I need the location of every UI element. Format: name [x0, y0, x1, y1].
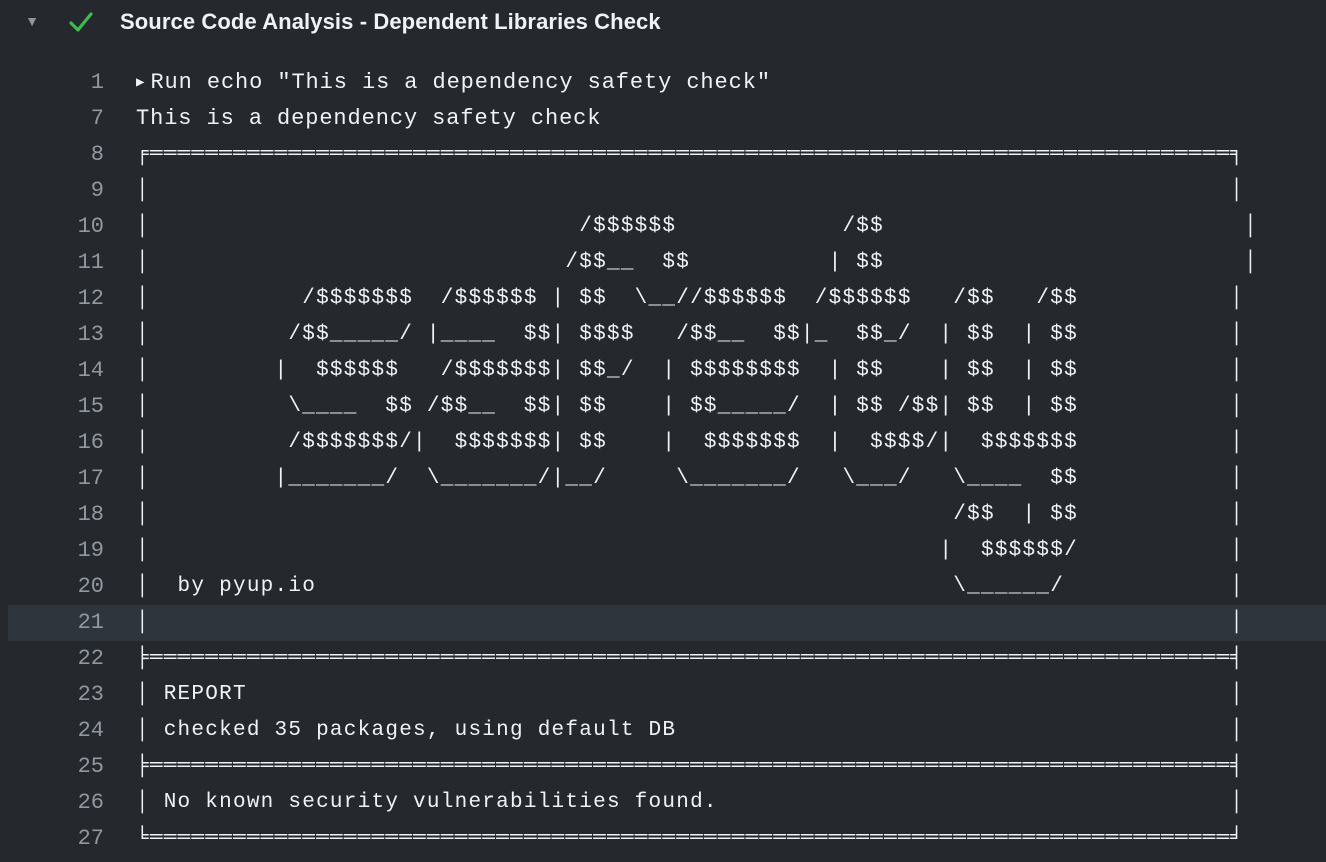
- log-line-text: │ /$$__ $$ | $$ │: [136, 251, 1259, 274]
- line-number[interactable]: 26: [8, 785, 104, 821]
- log-line-text: This is a dependency safety check: [136, 106, 602, 131]
- log-line-text: │ | $$$$$$ /$$$$$$$| $$_/ | $$$$$$$$ | $…: [136, 359, 1245, 382]
- line-number[interactable]: 18: [8, 497, 104, 533]
- log-line[interactable]: 1 ▶ Run echo "This is a dependency safety…: [0, 65, 1326, 101]
- line-number[interactable]: 25: [8, 749, 104, 785]
- log-line-text: │ /$$ | $$ │: [136, 503, 1245, 526]
- line-number[interactable]: 10: [8, 209, 104, 245]
- log-line-text: │ |_______/ \_______/|__/ \_______/ \___…: [136, 467, 1245, 490]
- log-line-text: │ /$$$$$$ /$$ │: [136, 215, 1259, 238]
- log-line: 8 ╒═════════════════════════════════════…: [0, 137, 1326, 173]
- log-line: 23 │ REPORT │: [0, 677, 1326, 713]
- line-number[interactable]: 14: [8, 353, 104, 389]
- line-number[interactable]: 22: [8, 641, 104, 677]
- log-line: 18 │ /$$ | $$ │: [0, 497, 1326, 533]
- log-line: 27 ╘════════════════════════════════════…: [0, 821, 1326, 857]
- line-number[interactable]: 9: [8, 173, 104, 209]
- log-line: 12 │ /$$$$$$$ /$$$$$$ | $$ \__//$$$$$$ /…: [0, 281, 1326, 317]
- log-line-text: │ No known security vulnerabilities foun…: [136, 791, 1245, 814]
- log-line: 15 │ \____ $$ /$$__ $$| $$ | $$_____/ | …: [0, 389, 1326, 425]
- line-number[interactable]: 17: [8, 461, 104, 497]
- log-line-text: │ │: [136, 611, 1245, 634]
- line-number[interactable]: 7: [8, 101, 104, 137]
- line-number[interactable]: 16: [8, 425, 104, 461]
- log-line: 19 │ | $$$$$$/ │: [0, 533, 1326, 569]
- log-line-text: ╞═══════════════════════════════════════…: [136, 755, 1245, 778]
- log-line: 7 This is a dependency safety check: [0, 101, 1326, 137]
- line-number[interactable]: 11: [8, 245, 104, 281]
- log-line: 26 │ No known security vulnerabilities f…: [0, 785, 1326, 821]
- log-line-text: │ checked 35 packages, using default DB …: [136, 719, 1245, 742]
- caret-down-icon[interactable]: ▼: [22, 11, 42, 31]
- check-icon: [69, 12, 93, 32]
- log-line-text: │ /$$$$$$$/| $$$$$$$| $$ | $$$$$$$ | $$$…: [136, 431, 1245, 454]
- line-number[interactable]: 21: [8, 605, 104, 641]
- line-number[interactable]: 8: [8, 137, 104, 173]
- log-line-text[interactable]: ▶ Run echo "This is a dependency safety c…: [136, 65, 771, 101]
- line-number[interactable]: 1: [8, 65, 104, 101]
- line-number[interactable]: 23: [8, 677, 104, 713]
- expand-triangle-icon[interactable]: ▶: [136, 65, 144, 101]
- log-line: 9 │ │: [0, 173, 1326, 209]
- job-title[interactable]: Source Code Analysis - Dependent Librari…: [120, 8, 661, 36]
- line-number[interactable]: 19: [8, 533, 104, 569]
- log-line-text: ╘═══════════════════════════════════════…: [136, 827, 1245, 850]
- log-line: 20 │ by pyup.io \______/ │: [0, 569, 1326, 605]
- log-line-text: │ /$$_____/ |____ $$| $$$$ /$$__ $$|_ $$…: [136, 323, 1245, 346]
- log-line: 11 │ /$$__ $$ | $$ │: [0, 245, 1326, 281]
- log-line: 13 │ /$$_____/ |____ $$| $$$$ /$$__ $$|_…: [0, 317, 1326, 353]
- log-line: 24 │ checked 35 packages, using default …: [0, 713, 1326, 749]
- log-line-text: │ | $$$$$$/ │: [136, 539, 1245, 562]
- line-number[interactable]: 24: [8, 713, 104, 749]
- line-number[interactable]: 13: [8, 317, 104, 353]
- log-line: 22 ╞════════════════════════════════════…: [0, 641, 1326, 677]
- line-number[interactable]: 12: [8, 281, 104, 317]
- log-line-text: │ REPORT │: [136, 683, 1245, 706]
- log-line-highlighted: 21 │ │: [8, 605, 1326, 641]
- log-line-text: │ by pyup.io \______/ │: [136, 575, 1245, 598]
- log-line-text: │ │: [136, 179, 1245, 202]
- line-number[interactable]: 15: [8, 389, 104, 425]
- job-header[interactable]: ▼ Source Code Analysis - Dependent Libra…: [0, 0, 1326, 46]
- log-line-text: │ \____ $$ /$$__ $$| $$ | $$_____/ | $$ …: [136, 395, 1245, 418]
- log-line-text: │ /$$$$$$$ /$$$$$$ | $$ \__//$$$$$$ /$$$…: [136, 287, 1245, 310]
- log-line: 16 │ /$$$$$$$/| $$$$$$$| $$ | $$$$$$$ | …: [0, 425, 1326, 461]
- log-line: 10 │ /$$$$$$ /$$ │: [0, 209, 1326, 245]
- line-number[interactable]: 27: [8, 821, 104, 857]
- log-line: 14 │ | $$$$$$ /$$$$$$$| $$_/ | $$$$$$$$ …: [0, 353, 1326, 389]
- log-line: 17 │ |_______/ \_______/|__/ \_______/ \…: [0, 461, 1326, 497]
- log-line-text: ╞═══════════════════════════════════════…: [136, 647, 1245, 670]
- log-line-text: ╒═══════════════════════════════════════…: [136, 143, 1245, 166]
- log-output: 1 ▶ Run echo "This is a dependency safety…: [0, 65, 1326, 857]
- group-command-text[interactable]: Run echo "This is a dependency safety ch…: [150, 70, 771, 95]
- log-line: 25 ╞════════════════════════════════════…: [0, 749, 1326, 785]
- line-number[interactable]: 20: [8, 569, 104, 605]
